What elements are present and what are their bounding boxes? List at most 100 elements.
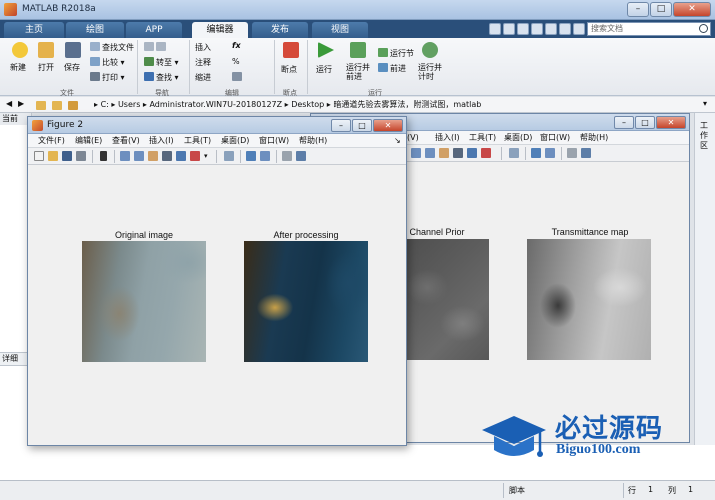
doc-search-input[interactable]: 搜索文档 — [587, 22, 711, 36]
menu-edit[interactable]: 编辑(E) — [75, 134, 102, 148]
folder-icon[interactable] — [36, 101, 46, 110]
menu-item[interactable]: 帮助(H) — [580, 131, 608, 145]
compare-button[interactable]: 比较 ▾ — [90, 57, 125, 68]
tab-publish[interactable]: 发布 — [252, 22, 308, 38]
pan-icon[interactable] — [148, 151, 158, 161]
colorbar-icon[interactable] — [246, 151, 256, 161]
menu-item[interactable]: 插入(I) — [435, 131, 460, 145]
figure-minimize-button[interactable]: – — [614, 116, 634, 129]
tab-editor[interactable]: 编辑器 — [192, 22, 248, 38]
menu-item[interactable]: 窗口(W) — [540, 131, 570, 145]
copy-icon[interactable] — [517, 23, 529, 35]
tab-home[interactable]: 主页 — [4, 22, 64, 38]
link-plot-icon[interactable] — [224, 151, 234, 161]
back-forward-button[interactable] — [144, 42, 168, 52]
transmittance-map-image[interactable] — [527, 239, 651, 360]
brush-icon[interactable] — [190, 151, 200, 161]
print-button[interactable]: 打印 ▾ — [90, 72, 125, 83]
undo-icon[interactable] — [545, 23, 557, 35]
figure-maximize-button[interactable]: □ — [352, 119, 372, 132]
colorbar-icon[interactable] — [531, 148, 541, 158]
processed-image[interactable] — [244, 241, 368, 362]
hide-plot-tools-icon[interactable] — [567, 148, 577, 158]
brush-dropdown-icon[interactable]: ▾ — [204, 151, 210, 161]
hide-plot-tools-icon[interactable] — [282, 151, 292, 161]
show-plot-tools-icon[interactable] — [581, 148, 591, 158]
edit-plot-icon[interactable] — [100, 151, 107, 161]
search-icon[interactable] — [699, 24, 708, 33]
figure-close-button[interactable]: ✕ — [373, 119, 403, 132]
run-advance-button[interactable]: 运行并 前进 — [346, 63, 370, 81]
tab-plots[interactable]: 绘图 — [66, 22, 124, 38]
figure-close-button[interactable]: ✕ — [656, 116, 686, 129]
menu-window[interactable]: 窗口(W) — [259, 134, 289, 148]
workspace-strip[interactable]: 工作区 — [694, 113, 715, 480]
up-folder-icon[interactable] — [52, 101, 62, 110]
breadcrumb-item[interactable]: C: — [101, 100, 109, 109]
breadcrumb-item[interactable]: Desktop — [291, 100, 324, 109]
menu-help[interactable]: 帮助(H) — [299, 134, 327, 148]
open-button[interactable]: 打开 — [38, 62, 54, 73]
close-button[interactable]: ✕ — [673, 2, 711, 17]
breadcrumb-item[interactable]: Administrator.WIN7U-20180127Z — [149, 100, 282, 109]
zoom-in-icon[interactable] — [411, 148, 421, 158]
advance-button[interactable]: 前进 — [378, 63, 406, 74]
nav-back-icon[interactable]: ◀ — [6, 99, 12, 108]
save-icon[interactable] — [489, 23, 501, 35]
path-dropdown-icon[interactable]: ▾ — [703, 99, 707, 108]
save-figure-icon[interactable] — [62, 151, 72, 161]
link-plot-icon[interactable] — [509, 148, 519, 158]
pan-icon[interactable] — [439, 148, 449, 158]
redo-icon[interactable] — [559, 23, 571, 35]
tab-view[interactable]: 视图 — [312, 22, 368, 38]
breadcrumb-item[interactable]: Users — [118, 100, 140, 109]
menu-item[interactable]: (V) — [407, 131, 419, 145]
insert-button[interactable]: 插入 — [195, 42, 211, 53]
show-plot-tools-icon[interactable] — [296, 151, 306, 161]
find-file-button[interactable]: 查找文件 — [90, 42, 134, 53]
zoom-out-icon[interactable] — [425, 148, 435, 158]
indent-button[interactable]: 缩进 — [195, 72, 211, 83]
goto-button[interactable]: 转至 ▾ — [144, 57, 179, 68]
print-figure-icon[interactable] — [76, 151, 86, 161]
paste-icon[interactable] — [531, 23, 543, 35]
breakpoints-button[interactable]: 断点 — [281, 64, 297, 75]
minimize-button[interactable]: – — [627, 2, 649, 17]
menu-item[interactable]: 工具(T) — [469, 131, 496, 145]
run-and-time-button[interactable]: 运行并 计时 — [418, 63, 442, 81]
breadcrumb-item[interactable]: 暗通道先验去雾算法，附测试图，matlab — [333, 100, 481, 109]
rotate-icon[interactable] — [453, 148, 463, 158]
menu-insert[interactable]: 插入(I) — [149, 134, 174, 148]
figure-maximize-button[interactable]: □ — [635, 116, 655, 129]
find-button[interactable]: 查找 ▾ — [144, 72, 179, 83]
browse-icon[interactable] — [68, 101, 78, 110]
dark-channel-image[interactable] — [401, 239, 489, 360]
data-cursor-icon[interactable] — [176, 151, 186, 161]
maximize-button[interactable]: □ — [650, 2, 672, 17]
legend-icon[interactable] — [260, 151, 270, 161]
save-button[interactable]: 保存 — [64, 62, 80, 73]
fx-button[interactable]: fx — [232, 41, 241, 50]
new-figure-icon[interactable] — [34, 151, 44, 161]
figure-minimize-button[interactable]: – — [331, 119, 351, 132]
dock-arrow-icon[interactable]: ↘ — [394, 134, 401, 148]
open-file-icon[interactable] — [48, 151, 58, 161]
menu-item[interactable]: 桌面(D) — [504, 131, 532, 145]
legend-icon[interactable] — [545, 148, 555, 158]
rotate-icon[interactable] — [162, 151, 172, 161]
comment-symbol[interactable]: % — [232, 57, 240, 66]
zoom-in-icon[interactable] — [120, 151, 130, 161]
comment-button[interactable]: 注释 — [195, 57, 211, 68]
menu-desktop[interactable]: 桌面(D) — [221, 134, 249, 148]
menu-view[interactable]: 查看(V) — [112, 134, 140, 148]
help-icon[interactable] — [573, 23, 585, 35]
menu-tools[interactable]: 工具(T) — [184, 134, 211, 148]
breadcrumb[interactable]: ▸ C: ▸ Users ▸ Administrator.WIN7U-20180… — [94, 97, 481, 113]
data-cursor-icon[interactable] — [467, 148, 477, 158]
brush-icon[interactable] — [481, 148, 491, 158]
indent-icons[interactable] — [232, 72, 244, 82]
run-button[interactable]: 运行 — [316, 64, 332, 75]
new-button[interactable]: 新建 — [10, 62, 26, 73]
run-section-button[interactable]: 运行节 — [378, 48, 414, 59]
cut-icon[interactable] — [503, 23, 515, 35]
